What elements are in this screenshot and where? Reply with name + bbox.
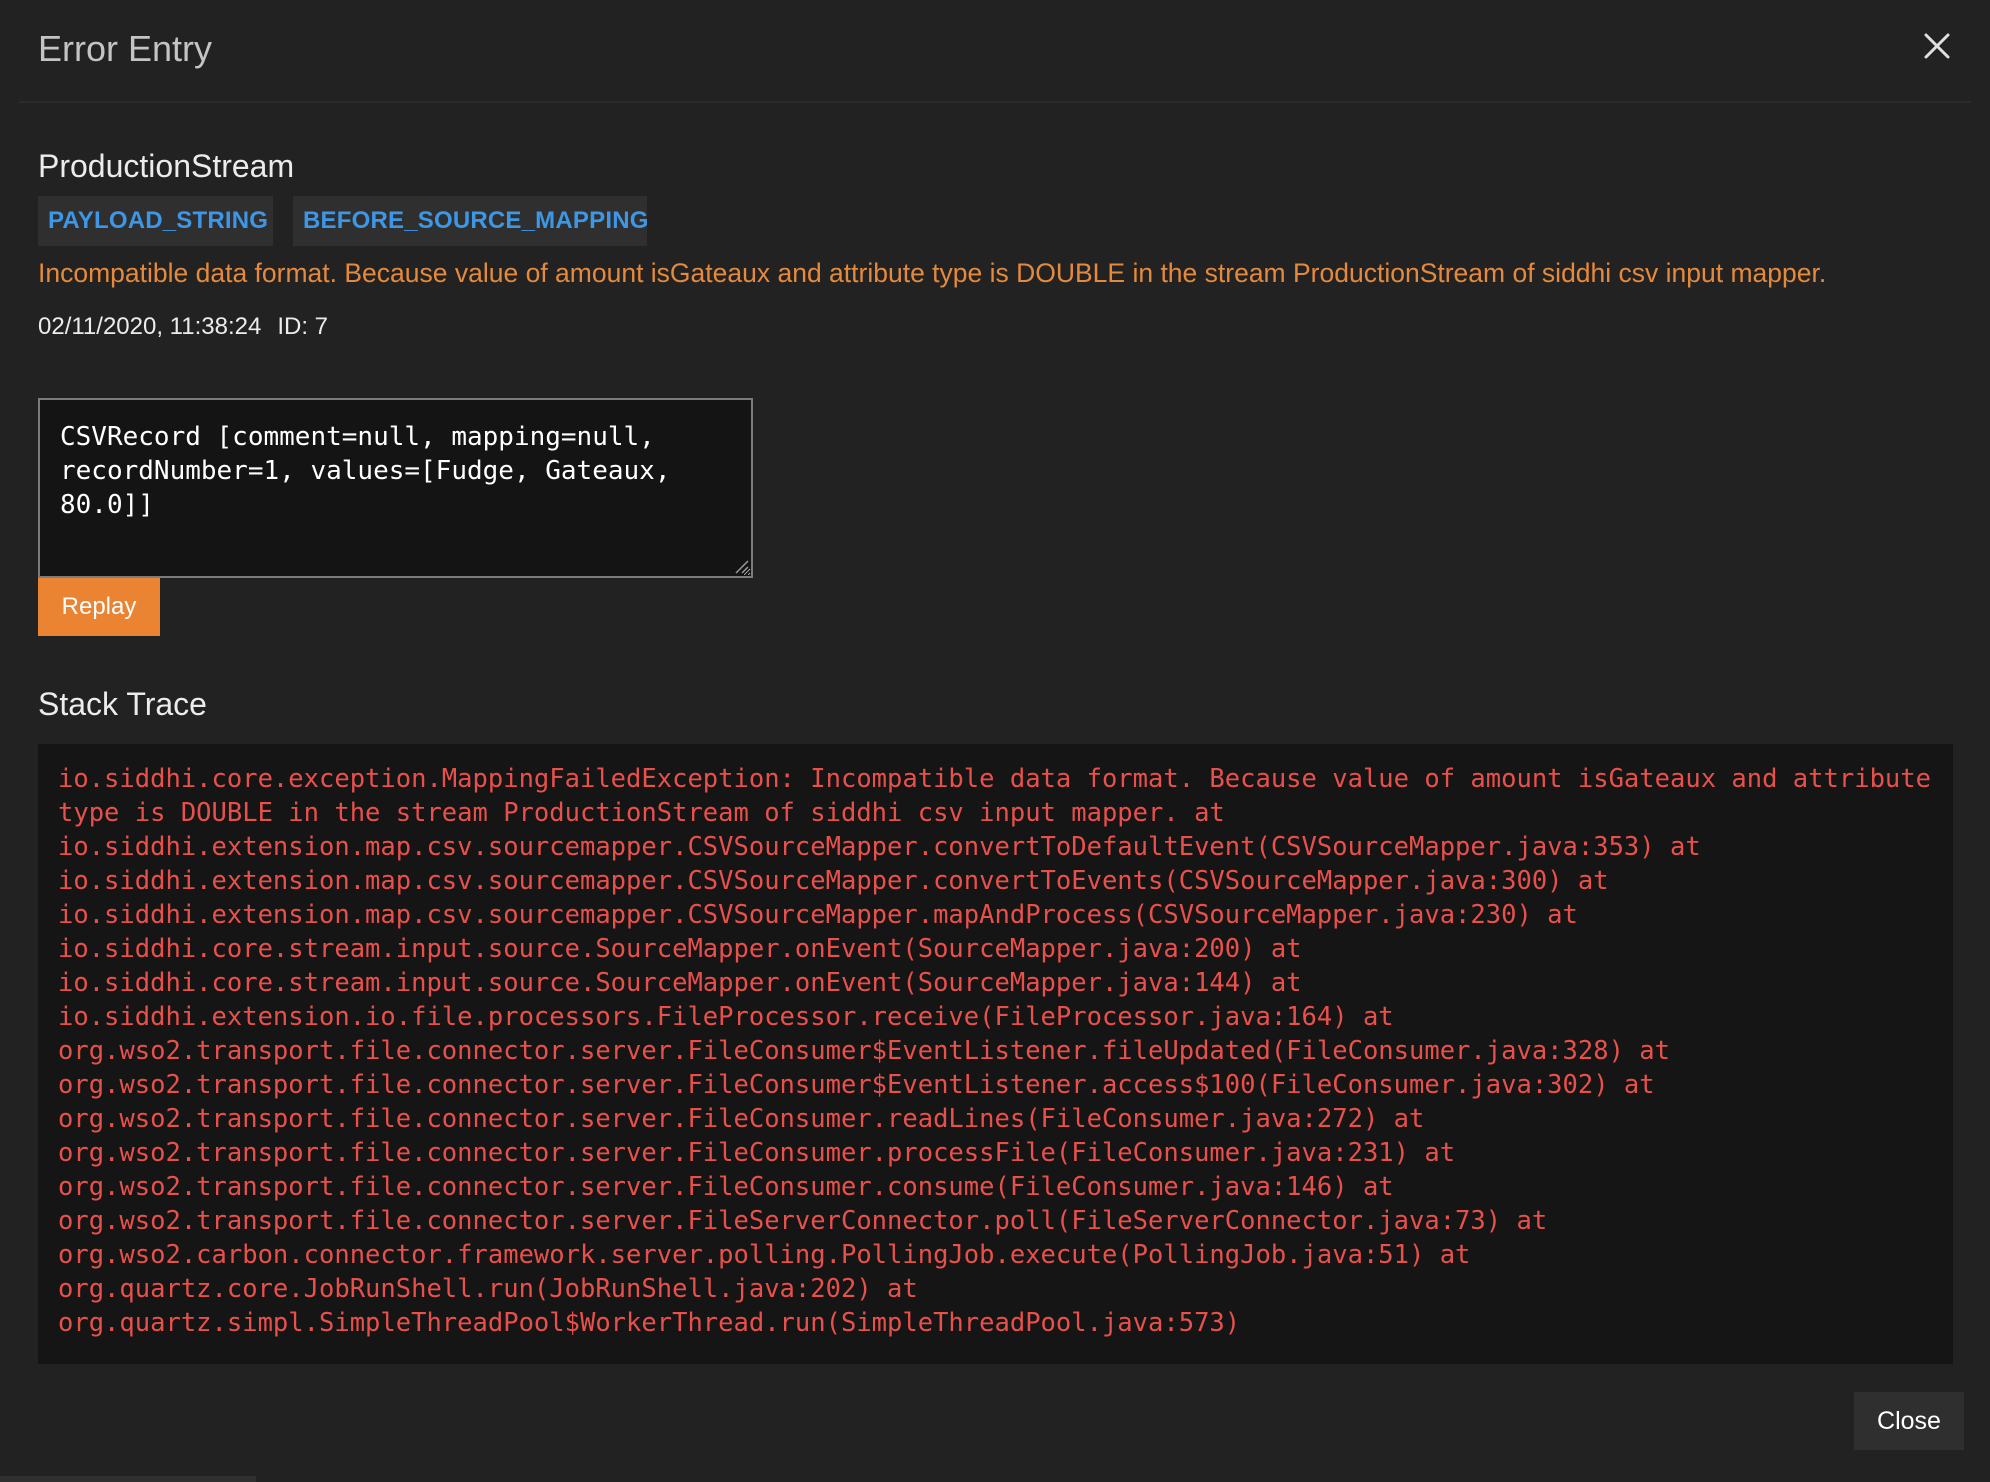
stack-trace-line: org.quartz.core.JobRunShell.run(JobRunSh…	[58, 1274, 918, 1304]
stack-trace-line: io.siddhi.core.exception.MappingFailedEx…	[58, 764, 1931, 794]
dialog-title: Error Entry	[38, 28, 213, 69]
entry-meta: 02/11/2020, 11:38:24 ID: 7	[38, 313, 344, 341]
error-entry-dialog: Error Entry ProductionStream PAYLOAD_STR…	[0, 0, 1990, 1482]
stack-trace-line: type is DOUBLE in the stream ProductionS…	[58, 798, 1225, 828]
stack-trace-line: org.wso2.transport.file.connector.server…	[58, 1138, 1456, 1168]
error-message: Incompatible data format. Because value …	[38, 258, 1827, 288]
stack-trace-line: io.siddhi.core.stream.input.source.Sourc…	[58, 968, 1302, 998]
occurrence-tag: BEFORE_SOURCE_MAPPING	[293, 196, 648, 246]
stack-trace-line: org.wso2.transport.file.connector.server…	[58, 1104, 1425, 1134]
close-button[interactable]: Close	[1854, 1392, 1964, 1450]
stack-trace-line: io.siddhi.extension.map.csv.sourcemapper…	[58, 866, 1609, 896]
stack-trace-line: io.siddhi.extension.map.csv.sourcemapper…	[58, 832, 1701, 862]
stack-trace-line: org.wso2.carbon.connector.framework.serv…	[58, 1240, 1471, 1270]
replay-button[interactable]: Replay	[38, 578, 160, 636]
stack-trace-panel: io.siddhi.core.exception.MappingFailedEx…	[38, 744, 1953, 1364]
stack-trace-line: org.wso2.transport.file.connector.server…	[58, 1036, 1670, 1066]
close-icon[interactable]	[1918, 27, 1956, 65]
stack-trace-line: org.wso2.transport.file.connector.server…	[58, 1070, 1655, 1100]
dialog-header: Error Entry	[19, 0, 1971, 103]
timestamp: 02/11/2020, 11:38:24	[38, 313, 262, 340]
stack-trace-line: org.quartz.simpl.SimpleThreadPool$Worker…	[58, 1308, 1241, 1338]
stack-trace-line: io.siddhi.extension.map.csv.sourcemapper…	[58, 900, 1578, 930]
stack-trace-heading: Stack Trace	[38, 686, 207, 722]
payload-editor[interactable]	[38, 398, 753, 578]
bottom-divider	[0, 1476, 256, 1482]
payload-type-tag: PAYLOAD_STRING	[38, 196, 273, 246]
stack-trace-line: io.siddhi.extension.io.file.processors.F…	[58, 1002, 1394, 1032]
stack-trace-line: io.siddhi.core.stream.input.source.Sourc…	[58, 934, 1302, 964]
stack-trace-line: org.wso2.transport.file.connector.server…	[58, 1206, 1548, 1236]
entry-id: ID: 7	[277, 313, 328, 340]
stream-name: ProductionStream	[38, 148, 295, 184]
stack-trace-line: org.wso2.transport.file.connector.server…	[58, 1172, 1394, 1202]
